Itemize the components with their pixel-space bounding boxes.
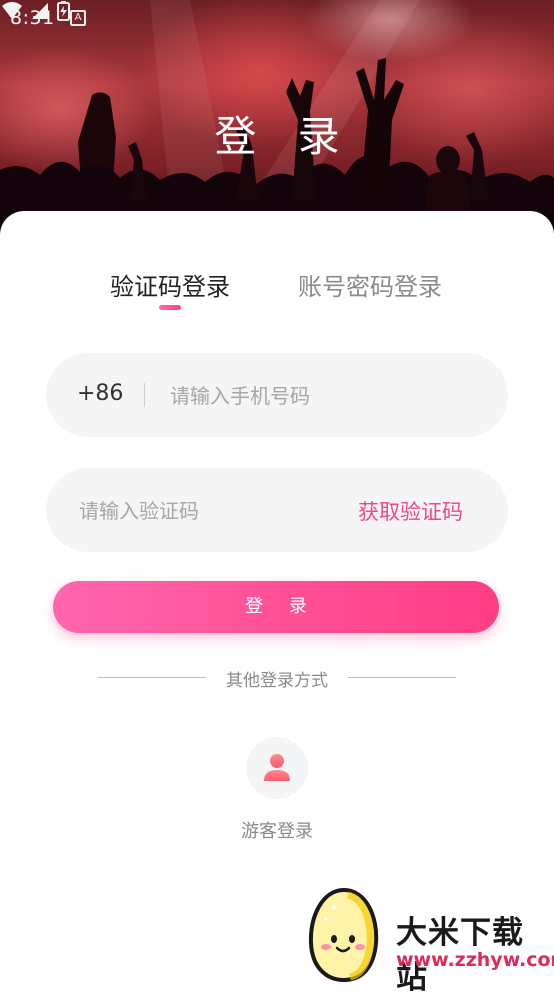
verification-code-input[interactable] [77,495,341,527]
login-button[interactable]: 登 录 [53,581,499,633]
cellular-signal-icon [32,3,48,19]
phone-field: +86 [46,353,508,437]
guest-login-button[interactable] [246,737,308,799]
get-code-button[interactable]: 获取验证码 [358,496,463,526]
tab-sms-login[interactable]: 验证码登录 [110,267,230,302]
user-icon [264,754,290,781]
guest-login-label: 游客登录 [241,821,313,842]
other-login-label: 其他登录方式 [226,671,328,691]
login-card: 验证码登录 账号密码登录 +86 获取验证码 登 录 其他登录方式 游客登录 [0,211,554,985]
battery-charging-icon [57,1,70,21]
status-icons [2,1,70,21]
divider-line-right [348,677,456,678]
watermark-url: www.zzhyw.com [396,949,554,971]
tab-password-login[interactable]: 账号密码登录 [298,267,442,302]
other-login-divider: 其他登录方式 [0,666,554,691]
wifi-icon [2,2,22,19]
phone-input[interactable] [168,380,472,412]
watermark: 大米下载站 www.zzhyw.com [300,887,554,996]
code-field: 获取验证码 [46,468,508,552]
country-code[interactable]: +86 [77,381,123,406]
status-bar: 8:31 A [0,0,554,36]
header-background: 8:31 A 登 录 [0,0,554,240]
active-tab-indicator [159,305,181,310]
rice-mascot-logo [308,887,379,983]
page-title: 登 录 [214,112,354,161]
field-divider [144,383,145,407]
